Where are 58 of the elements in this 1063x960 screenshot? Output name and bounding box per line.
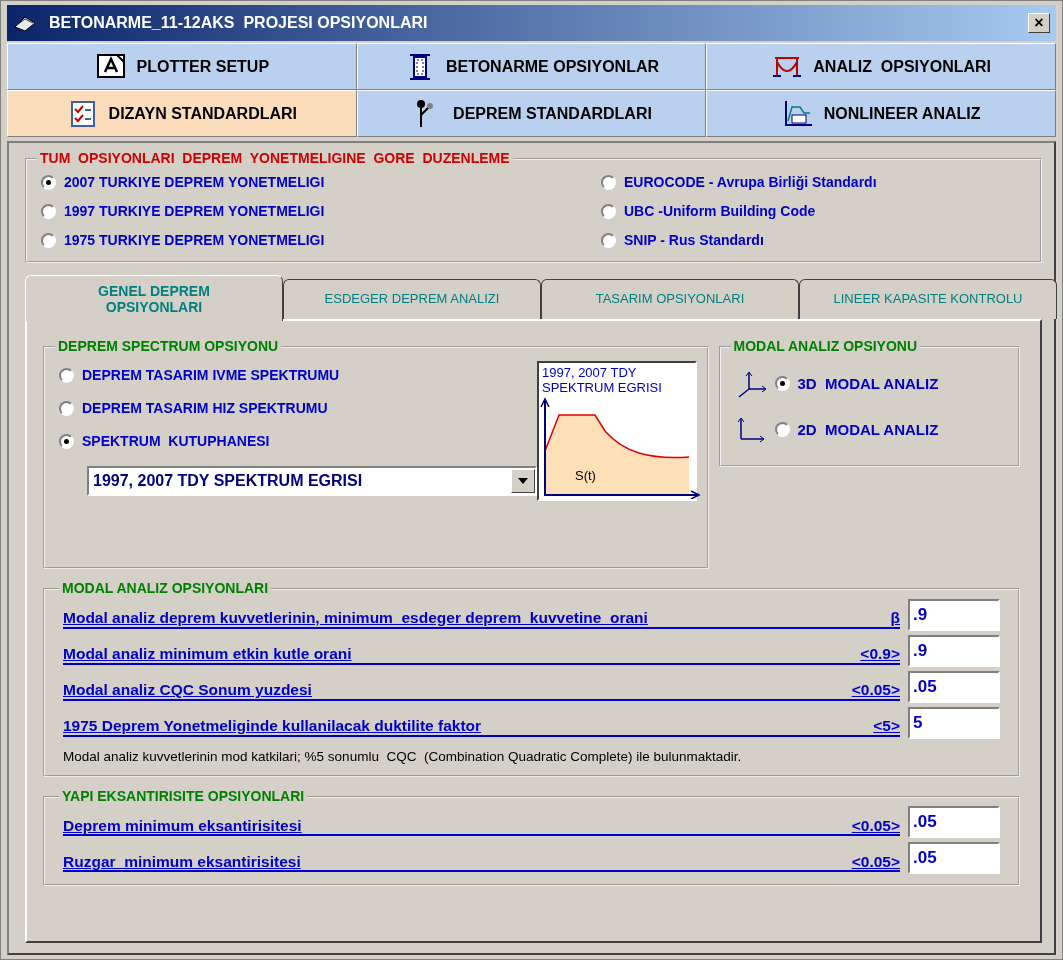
value-field[interactable]: .05 bbox=[908, 670, 1000, 703]
value-field[interactable]: .05 bbox=[908, 842, 1000, 875]
radio-button[interactable] bbox=[601, 175, 616, 191]
radio-button[interactable] bbox=[601, 233, 616, 249]
parameter-link[interactable]: Ruzgar minimum eksantirisitesi <0.05> bbox=[63, 844, 900, 873]
dropdown[interactable]: 1997, 2007 TDY SPEKTRUM EGRISI bbox=[87, 465, 537, 496]
hint-text: <0.05> bbox=[851, 852, 900, 871]
radio-button[interactable] bbox=[774, 376, 790, 392]
parameter-link[interactable]: Modal analiz CQC Sonum yuzdesi <0.05> bbox=[63, 672, 900, 701]
hint-text: <0.9> bbox=[860, 644, 900, 663]
radio-button[interactable] bbox=[41, 175, 56, 191]
hint-text: <5> bbox=[873, 716, 900, 735]
hint-text: <0.05> bbox=[851, 816, 900, 835]
radio-label[interactable]: SNIP - Rus Standardı bbox=[624, 230, 764, 252]
hint-text: β bbox=[890, 608, 900, 627]
note-text: Modal analiz kuvvetlerinin mod katkilari; %5 sonumlu CQC (Combination Quadratic Complete) ile bulunmaktadir. bbox=[63, 747, 743, 766]
radio-label[interactable]: 1975 TURKIYE DEPREM YONETMELIGI bbox=[64, 230, 325, 252]
group-title: MODAL ANALIZ OPSIYONLARI bbox=[61, 581, 270, 597]
group-title: MODAL ANALIZ OPSIYONU bbox=[732, 339, 919, 355]
radio-button[interactable] bbox=[59, 433, 74, 449]
radio-label[interactable]: EUROCODE - Avrupa Birliği Standardı bbox=[624, 172, 877, 194]
close-button[interactable]: × bbox=[1028, 13, 1050, 33]
preview-caption: 1997, 2007 TDY SPEKTRUM EGRISI bbox=[542, 364, 663, 396]
value-field[interactable]: 5 bbox=[908, 706, 1000, 739]
group-title: DEPREM SPECTRUM OPSIYONU bbox=[57, 339, 280, 355]
toolbar-button[interactable]: DEPREM STANDARDLARI bbox=[356, 90, 707, 137]
radio-label[interactable]: SPEKTRUM KUTUPHANESI bbox=[82, 430, 270, 452]
hint-text: <0.05> bbox=[851, 680, 900, 699]
parameter-link[interactable]: Modal analiz minimum etkin kutle orani <0.9> bbox=[63, 636, 900, 665]
caret-icon bbox=[518, 477, 528, 484]
radio-label[interactable]: 2007 TURKIYE DEPREM YONETMELIGI bbox=[64, 172, 325, 194]
parameter-link[interactable]: 1975 Deprem Yonetmeliginde kullanilacak duktilite faktor <5> bbox=[63, 708, 900, 737]
radio-label[interactable]: UBC -Uniform Building Code bbox=[624, 201, 816, 223]
radio-label[interactable]: 2D MODAL ANALIZ bbox=[797, 418, 939, 442]
toolbar-button[interactable]: DIZAYN STANDARDLARI bbox=[7, 90, 357, 137]
radio-label[interactable]: DEPREM TASARIM IVME SPEKTRUMU bbox=[82, 364, 340, 386]
parameter-link[interactable]: Modal analiz deprem kuvvetlerinin, minimum esdeger deprem kuvvetine orani β bbox=[63, 600, 900, 629]
radio-label[interactable]: DEPREM TASARIM HIZ SPEKTRUMU bbox=[82, 397, 328, 419]
radio-label[interactable]: 1997 TURKIYE DEPREM YONETMELIGI bbox=[64, 201, 325, 223]
toolbar-button[interactable]: ANALIZ OPSIYONLARI bbox=[706, 43, 1056, 90]
value-field[interactable]: .05 bbox=[908, 806, 1000, 839]
radio-button[interactable] bbox=[41, 204, 56, 220]
radio-button[interactable] bbox=[774, 422, 790, 438]
toolbar-button[interactable]: BETONARME OPSIYONLAR bbox=[356, 43, 707, 90]
radio-button[interactable] bbox=[59, 400, 74, 416]
value-field[interactable]: .9 bbox=[908, 634, 1000, 667]
group-title: YAPI EKSANTIRISITE OPSIYONLARI bbox=[61, 789, 306, 805]
radio-label[interactable]: 3D MODAL ANALIZ bbox=[797, 372, 939, 396]
value-field[interactable]: .9 bbox=[908, 598, 1000, 631]
axis-label: S(t) bbox=[575, 466, 596, 485]
group-title: TUM OPSIYONLARI DEPREM YONETMELIGINE GORE DUZENLEME bbox=[39, 151, 511, 167]
radio-button[interactable] bbox=[601, 204, 616, 220]
radio-button[interactable] bbox=[41, 233, 56, 249]
toolbar-button[interactable]: NONLINEER ANALIZ bbox=[706, 90, 1056, 137]
toolbar-button[interactable]: PLOTTER SETUP bbox=[7, 43, 357, 90]
window-title: BETONARME_11-12AKS PROJESI OPSIYONLARI bbox=[49, 13, 429, 33]
parameter-link[interactable]: Deprem minimum eksantirisitesi <0.05> bbox=[63, 808, 900, 837]
radio-button[interactable] bbox=[59, 367, 74, 383]
